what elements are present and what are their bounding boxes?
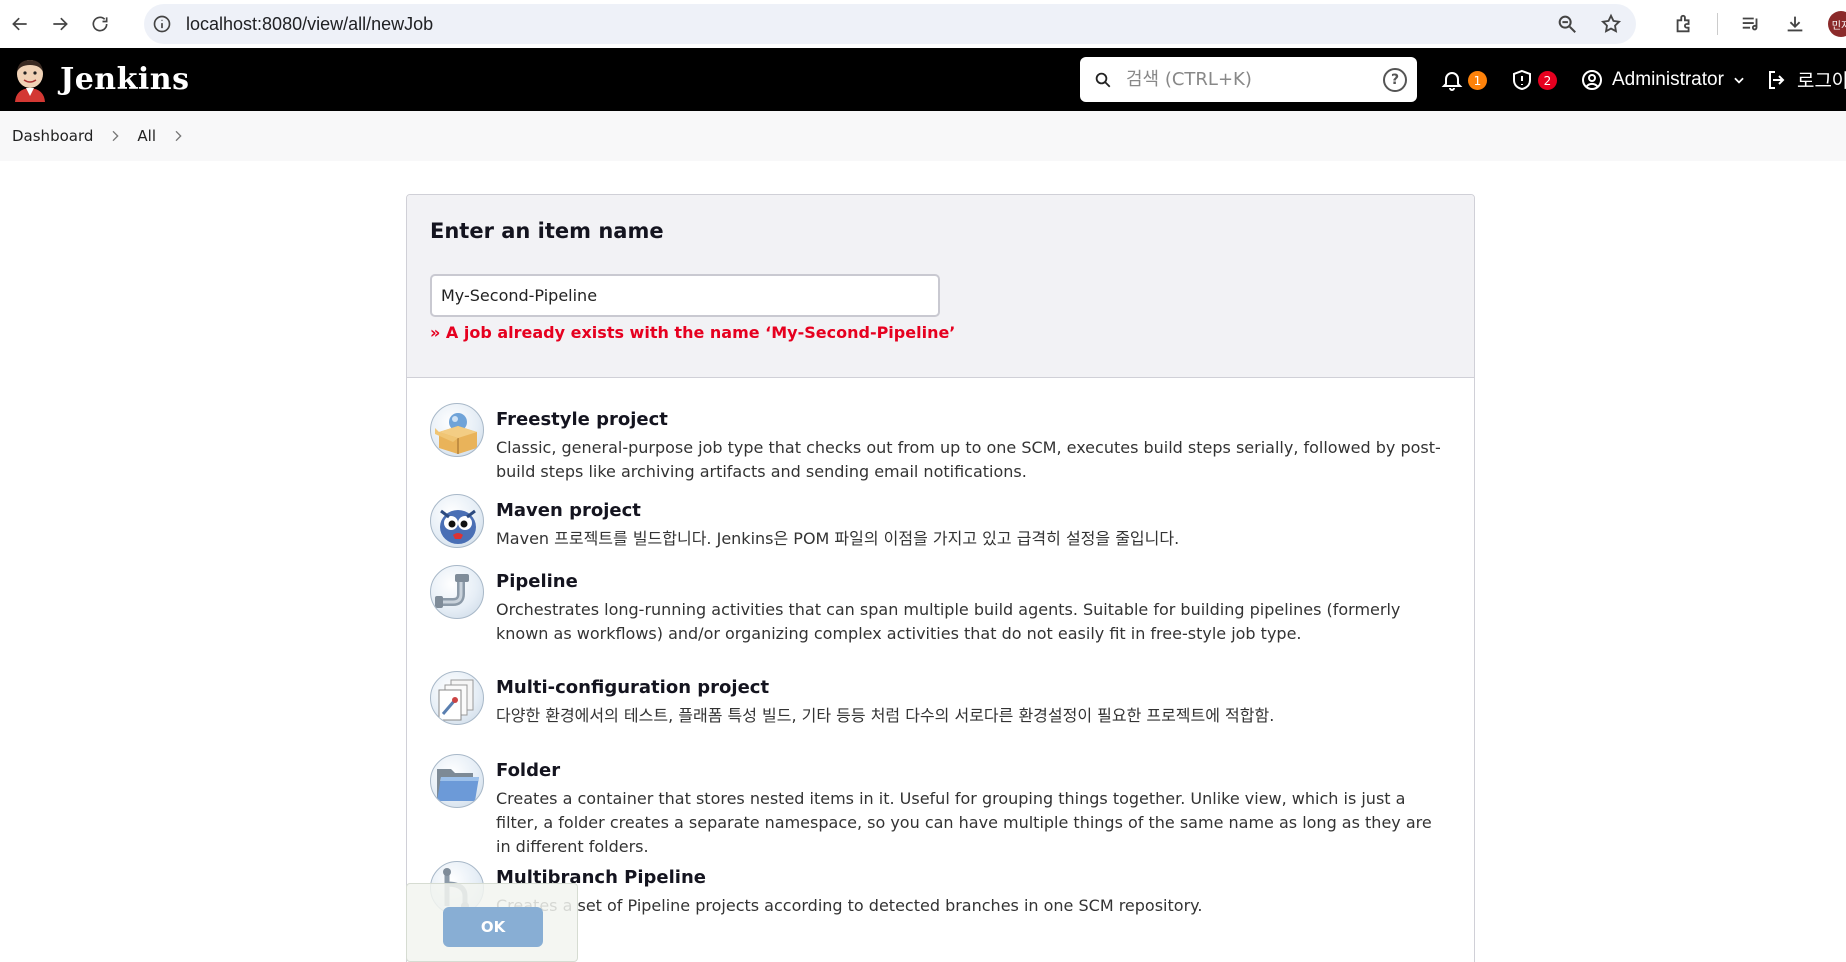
- item-name-section: Enter an item name » A job already exist…: [407, 195, 1474, 378]
- item-type-pipeline[interactable]: Pipeline Orchestrates long-running activ…: [430, 565, 1450, 671]
- toolbar-divider: [1717, 13, 1718, 35]
- item-type-description: Orchestrates long-running activities tha…: [496, 600, 1401, 643]
- item-type-name[interactable]: Multibranch Pipeline: [496, 867, 1450, 888]
- security-button[interactable]: 2: [1510, 48, 1557, 111]
- pipe-icon: [430, 565, 484, 619]
- url-text[interactable]: localhost:8080/view/all/newJob: [186, 14, 433, 35]
- search-help-icon[interactable]: ?: [1383, 68, 1407, 92]
- chevron-right-icon: [112, 130, 120, 142]
- item-name-input[interactable]: [430, 274, 940, 317]
- notifications-badge: 1: [1468, 71, 1487, 90]
- forward-button[interactable]: [40, 4, 80, 44]
- form-title: Enter an item name: [430, 219, 664, 243]
- breadcrumb-dashboard[interactable]: Dashboard: [12, 127, 93, 145]
- arrow-left-icon: [12, 17, 27, 31]
- shield-icon: [1513, 69, 1531, 90]
- user-menu[interactable]: Administrator: [1580, 48, 1746, 111]
- logout-label[interactable]: 로그아웃: [1797, 66, 1846, 93]
- search-box[interactable]: ?: [1080, 57, 1417, 102]
- download-icon[interactable]: [1784, 13, 1806, 35]
- item-type-description: Classic, general-purpose job type that c…: [496, 438, 1441, 481]
- profile-avatar[interactable]: 민지: [1828, 11, 1846, 37]
- item-type-multi-configuration[interactable]: Multi-configuration project 다양한 환경에서의 테스…: [430, 671, 1450, 754]
- reload-icon: [92, 16, 108, 32]
- item-type-name[interactable]: Maven project: [496, 500, 1450, 521]
- chevron-right-icon[interactable]: [170, 128, 186, 144]
- folder-icon: [430, 754, 484, 808]
- item-type-description: Creates a set of Pipeline projects accor…: [496, 896, 1203, 915]
- new-item-form: Enter an item name » A job already exist…: [406, 194, 1475, 962]
- extensions-icon[interactable]: [1673, 13, 1695, 35]
- search-input[interactable]: [1126, 69, 1376, 90]
- multi-config-icon: [430, 671, 484, 725]
- item-type-name[interactable]: Pipeline: [496, 571, 1450, 592]
- item-type-name[interactable]: Folder: [496, 760, 1450, 781]
- item-type-folder[interactable]: Folder Creates a container that stores n…: [430, 754, 1450, 861]
- address-bar[interactable]: localhost:8080/view/all/newJob: [144, 4, 1636, 44]
- jenkins-butler-icon: [15, 59, 45, 102]
- user-icon: [1582, 69, 1602, 90]
- logout-link[interactable]: 로그아웃: [1765, 48, 1846, 111]
- browser-actions: 민지: [1673, 4, 1846, 44]
- item-type-maven[interactable]: Maven project Maven 프로젝트를 빌드합니다. Jenkins…: [430, 494, 1450, 565]
- item-type-description: 다양한 환경에서의 테스트, 플래폼 특성 빌드, 기타 등등 처럼 다수의 서…: [496, 706, 1275, 725]
- maven-owl-icon: [430, 494, 484, 548]
- back-button[interactable]: [0, 4, 40, 44]
- jenkins-header: Jenkins ? 1 2 Administrator 로그아웃: [0, 48, 1846, 111]
- notifications-button[interactable]: 1: [1440, 48, 1487, 111]
- ok-button[interactable]: OK: [443, 907, 543, 947]
- item-type-description: Creates a container that stores nested i…: [496, 789, 1432, 856]
- item-type-freestyle[interactable]: Freestyle project Classic, general-purpo…: [430, 403, 1450, 494]
- item-type-multibranch[interactable]: Multibranch Pipeline Creates a set of Pi…: [430, 861, 1450, 941]
- reload-button[interactable]: [80, 4, 120, 44]
- jenkins-logo-text[interactable]: Jenkins: [60, 62, 189, 97]
- item-type-name[interactable]: Multi-configuration project: [496, 677, 1450, 698]
- site-info-icon[interactable]: [152, 14, 172, 34]
- logout-icon: [1769, 70, 1785, 89]
- bell-icon: [1441, 71, 1463, 91]
- item-type-description: Maven 프로젝트를 빌드합니다. Jenkins은 POM 파일의 이점을 …: [496, 529, 1180, 548]
- bookmark-star-icon[interactable]: [1600, 13, 1622, 35]
- chevron-down-icon[interactable]: [1732, 73, 1746, 87]
- ok-button-bar: OK: [406, 883, 578, 962]
- breadcrumb-all[interactable]: All: [137, 127, 156, 145]
- item-type-name[interactable]: Freestyle project: [496, 409, 1450, 430]
- user-name[interactable]: Administrator: [1612, 69, 1724, 91]
- search-icon: [1095, 72, 1111, 87]
- freestyle-box-icon: [430, 403, 484, 457]
- zoom-icon[interactable]: [1556, 13, 1578, 35]
- jenkins-logo-link[interactable]: Jenkins: [12, 58, 189, 102]
- name-error-message: » A job already exists with the name ‘My…: [430, 323, 956, 342]
- arrow-right-icon: [53, 17, 68, 31]
- breadcrumb: Dashboard All: [0, 111, 1846, 161]
- item-type-list: Freestyle project Classic, general-purpo…: [407, 378, 1474, 941]
- security-badge: 2: [1538, 71, 1557, 90]
- media-queue-icon[interactable]: [1740, 13, 1762, 35]
- browser-toolbar: localhost:8080/view/all/newJob 민지: [0, 0, 1846, 48]
